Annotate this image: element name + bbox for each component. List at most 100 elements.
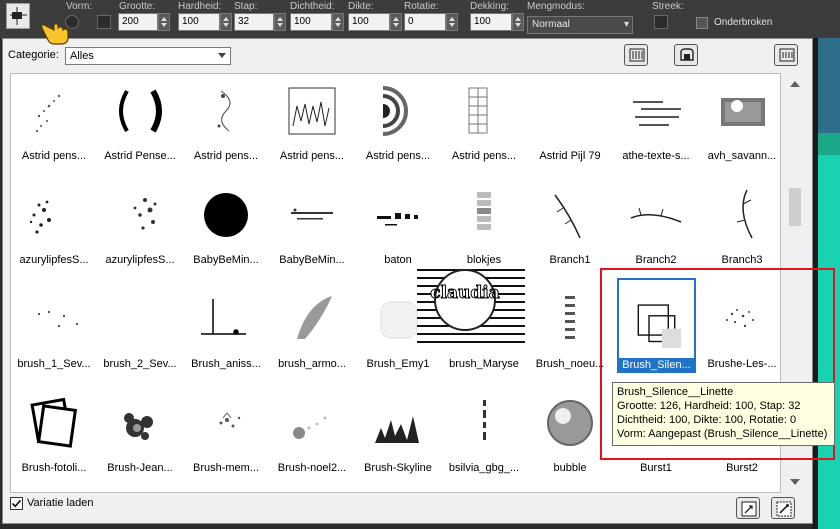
blend-mode-select[interactable]: Normaal bbox=[527, 16, 633, 34]
brush-tip-item[interactable]: brush_armo... bbox=[269, 276, 355, 380]
stroke-icon[interactable] bbox=[654, 15, 668, 29]
checkmark-icon bbox=[11, 499, 22, 508]
resource-manager-button[interactable] bbox=[674, 44, 698, 66]
brush-tip-item[interactable]: blokjes bbox=[441, 172, 527, 276]
brush-tip-item[interactable]: Brush_aniss... bbox=[183, 276, 269, 380]
category-select[interactable]: Alles bbox=[65, 47, 231, 65]
step-label: Stap: bbox=[234, 1, 258, 12]
grid-menu-icon bbox=[779, 48, 795, 62]
brush-thumbnail bbox=[291, 208, 333, 220]
list-view-icon bbox=[629, 48, 645, 62]
onderbroken-checkbox[interactable] bbox=[696, 17, 708, 29]
pointing-hand-icon bbox=[41, 23, 69, 45]
stroke-label: Streek: bbox=[652, 1, 684, 12]
brush-thumbnail bbox=[483, 400, 486, 440]
canvas-stripe bbox=[818, 133, 840, 155]
scrollbar-thumb[interactable] bbox=[789, 188, 801, 226]
brush-tip-item[interactable]: Branch3 bbox=[699, 172, 780, 276]
brush-label: Brush-Skyline bbox=[364, 462, 432, 474]
brush-tip-item[interactable]: brush_1_Sev... bbox=[11, 276, 97, 380]
opacity-spinner[interactable] bbox=[512, 13, 524, 31]
brush-label: azurylipfesS... bbox=[19, 254, 89, 266]
brush-tip-icon bbox=[10, 7, 27, 25]
thickness-spinner[interactable] bbox=[390, 13, 402, 31]
rotation-input[interactable]: 0 bbox=[404, 13, 446, 31]
brush-tip-item[interactable]: Astrid pens... bbox=[11, 74, 97, 172]
rotation-spinner[interactable] bbox=[446, 13, 458, 31]
shape-label: Vorm: bbox=[66, 1, 93, 12]
brush-tip-item[interactable]: Brush-fotoli... bbox=[11, 380, 97, 484]
brush-label: Brush-Jean... bbox=[107, 462, 173, 474]
tooltip-line: Grootte: 126, Hardheid: 100, Stap: 32 bbox=[617, 400, 801, 412]
brush-label: BabyBeMin... bbox=[279, 254, 345, 266]
menu-button[interactable] bbox=[774, 44, 798, 66]
brush-tip-item[interactable]: Branch1 bbox=[527, 172, 613, 276]
brush-thumbnail bbox=[535, 76, 605, 146]
brush-label: bubble bbox=[553, 462, 587, 474]
thickness-input[interactable]: 100 bbox=[348, 13, 390, 31]
category-label: Categorie: bbox=[8, 49, 59, 61]
brush-tip-item[interactable]: baton bbox=[355, 172, 441, 276]
density-spinner[interactable] bbox=[332, 13, 344, 31]
brush-label: Branch1 bbox=[549, 254, 591, 266]
brush-thumbnail bbox=[547, 400, 593, 446]
brush-tip-item[interactable]: Astrid Pense... bbox=[97, 74, 183, 172]
size-spinner[interactable] bbox=[158, 13, 170, 31]
scroll-down-icon[interactable] bbox=[790, 479, 800, 485]
brush-thumbnail bbox=[293, 416, 327, 439]
scroll-up-icon[interactable] bbox=[790, 81, 800, 87]
brush-label: avh_savann... bbox=[707, 150, 777, 162]
opacity-label: Dekking: bbox=[470, 1, 509, 12]
variatie-laden-label: Variatie laden bbox=[27, 497, 94, 509]
brush-tip-item[interactable]: Astrid pens... bbox=[269, 74, 355, 172]
blend-mode-label: Mengmodus: bbox=[527, 1, 585, 12]
brush-label: Astrid Pijl 79 bbox=[539, 150, 601, 162]
brush-label: Brush-fotoli... bbox=[21, 462, 87, 474]
brush-tip-item[interactable]: brush_2_Sev... bbox=[97, 276, 183, 380]
brush-tip-item[interactable]: Astrid Pijl 79 bbox=[527, 74, 613, 172]
edit-brush-icon bbox=[776, 501, 792, 517]
brush-tip-item[interactable]: Astrid pens... bbox=[355, 74, 441, 172]
edit-brush-button[interactable] bbox=[771, 497, 795, 519]
brush-tip-picker-button[interactable] bbox=[6, 3, 30, 29]
onderbroken-label: Onderbroken bbox=[714, 17, 773, 28]
brush-tip-item[interactable]: bsilvia_gbg_... bbox=[441, 380, 527, 484]
canvas-stripe bbox=[818, 38, 840, 133]
brush-tip-item[interactable]: Brush-Jean... bbox=[97, 380, 183, 484]
brush-label: Branch3 bbox=[721, 254, 763, 266]
step-spinner[interactable] bbox=[274, 13, 286, 31]
view-options-button[interactable] bbox=[624, 44, 648, 66]
brush-thumbnail bbox=[633, 101, 681, 126]
brush-thumbnail bbox=[468, 87, 488, 134]
brush-tooltip: Brush_Silence__Linette Grootte: 126, Har… bbox=[612, 382, 835, 446]
export-brush-button[interactable] bbox=[736, 497, 760, 519]
brush-tip-item[interactable]: Brush-Skyline bbox=[355, 380, 441, 484]
size-input[interactable]: 200 bbox=[118, 13, 158, 31]
brush-tip-item[interactable]: BabyBeMin... bbox=[269, 172, 355, 276]
brush-tip-item[interactable]: avh_savann... bbox=[699, 74, 780, 172]
brush-tip-item[interactable]: athe-texte-s... bbox=[613, 74, 699, 172]
brush-tip-item[interactable]: Astrid pens... bbox=[183, 74, 269, 172]
brush-thumbnail bbox=[565, 296, 575, 339]
variatie-laden-checkbox[interactable] bbox=[10, 497, 23, 510]
square-shape-icon[interactable] bbox=[97, 15, 111, 29]
opacity-input[interactable]: 100 bbox=[470, 13, 512, 31]
brush-options-toolbar: Vorm: Grootte: 200 Hardheid: 100 Stap: 3… bbox=[0, 0, 840, 45]
brush-tip-item[interactable]: azurylipfesS... bbox=[97, 172, 183, 276]
hardness-spinner[interactable] bbox=[220, 13, 232, 31]
claudia-watermark: claudia bbox=[417, 269, 525, 343]
brush-tip-item[interactable]: Astrid pens... bbox=[441, 74, 527, 172]
density-input[interactable]: 100 bbox=[290, 13, 332, 31]
brush-tip-item[interactable]: azurylipfesS... bbox=[11, 172, 97, 276]
brush-tip-item[interactable]: Brush-noel2... bbox=[269, 380, 355, 484]
category-value: Alles bbox=[70, 50, 94, 62]
brush-label: BabyBeMin... bbox=[193, 254, 259, 266]
step-input[interactable]: 32 bbox=[234, 13, 274, 31]
brush-tip-item[interactable]: Brush-mem... bbox=[183, 380, 269, 484]
hardness-input[interactable]: 100 bbox=[178, 13, 220, 31]
brush-tip-item[interactable]: BabyBeMin... bbox=[183, 172, 269, 276]
brush-label: Burst1 bbox=[640, 462, 672, 474]
brush-thumbnail bbox=[30, 397, 78, 448]
brush-thumbnail bbox=[630, 207, 682, 223]
brush-tip-item[interactable]: Branch2 bbox=[613, 172, 699, 276]
